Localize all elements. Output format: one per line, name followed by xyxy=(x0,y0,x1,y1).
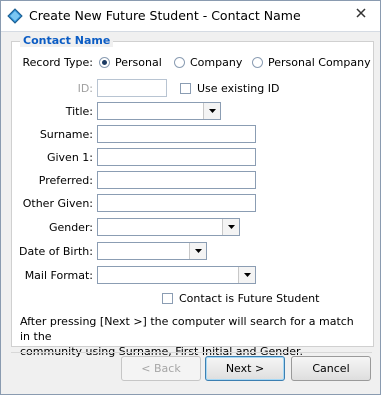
mail-format-chevron-down-icon[interactable] xyxy=(238,267,255,283)
radio-personal-dot xyxy=(99,57,110,68)
info-line-1: After pressing [Next >] the computer wil… xyxy=(20,315,354,343)
radio-personal-label: Personal xyxy=(115,56,162,69)
contact-future-student-checkbox[interactable]: Contact is Future Student xyxy=(162,292,319,305)
mail-format-label: Mail Format: xyxy=(24,269,93,282)
radio-personal-company-label: Personal Company xyxy=(268,56,371,69)
app-diamond-icon xyxy=(7,8,23,24)
use-existing-id-box xyxy=(180,83,191,94)
cancel-button[interactable]: Cancel xyxy=(291,356,371,381)
surname-field[interactable] xyxy=(97,125,256,143)
dob-label: Date of Birth: xyxy=(18,245,93,258)
close-button[interactable] xyxy=(344,1,378,25)
next-button[interactable]: Next > xyxy=(205,356,285,381)
gender-label: Gender: xyxy=(48,221,93,234)
close-icon xyxy=(356,8,366,18)
id-label: ID: xyxy=(77,82,93,95)
radio-company-label: Company xyxy=(190,56,243,69)
title-combo[interactable] xyxy=(97,102,221,120)
use-existing-id-checkbox[interactable]: Use existing ID xyxy=(180,82,279,95)
contact-future-student-box xyxy=(162,293,173,304)
radio-personal-company-dot xyxy=(252,57,263,68)
gender-combo[interactable] xyxy=(97,218,240,236)
preferred-label: Preferred: xyxy=(38,174,93,187)
use-existing-id-label: Use existing ID xyxy=(197,82,280,95)
dialog-window: Create New Future Student - Contact Name… xyxy=(0,0,381,395)
back-button[interactable]: < Back xyxy=(121,356,201,381)
button-separator xyxy=(11,352,372,353)
given1-field[interactable] xyxy=(97,148,256,166)
other-given-field[interactable] xyxy=(97,194,256,212)
id-field[interactable] xyxy=(97,79,167,97)
contact-future-student-label: Contact is Future Student xyxy=(179,292,320,305)
title-bar[interactable]: Create New Future Student - Contact Name xyxy=(1,1,380,32)
given1-label: Given 1: xyxy=(46,151,93,164)
other-given-label: Other Given: xyxy=(22,197,93,210)
group-label: Contact Name xyxy=(20,34,114,47)
window-title: Create New Future Student - Contact Name xyxy=(29,8,301,23)
radio-company[interactable]: Company xyxy=(174,56,242,69)
surname-label: Surname: xyxy=(39,128,93,141)
preferred-field[interactable] xyxy=(97,171,256,189)
contact-name-group: Contact Name Record Type: Personal Compa… xyxy=(11,34,374,358)
radio-company-dot xyxy=(174,57,185,68)
radio-personal[interactable]: Personal xyxy=(99,56,162,69)
record-type-label: Record Type: xyxy=(22,56,93,69)
title-chevron-down-icon[interactable] xyxy=(203,103,220,119)
title-label: Title: xyxy=(65,105,93,118)
dob-combo[interactable] xyxy=(97,242,207,260)
dob-chevron-down-icon[interactable] xyxy=(189,243,206,259)
gender-chevron-down-icon[interactable] xyxy=(222,219,239,235)
radio-personal-company[interactable]: Personal Company xyxy=(252,56,371,69)
mail-format-combo[interactable] xyxy=(97,266,256,284)
